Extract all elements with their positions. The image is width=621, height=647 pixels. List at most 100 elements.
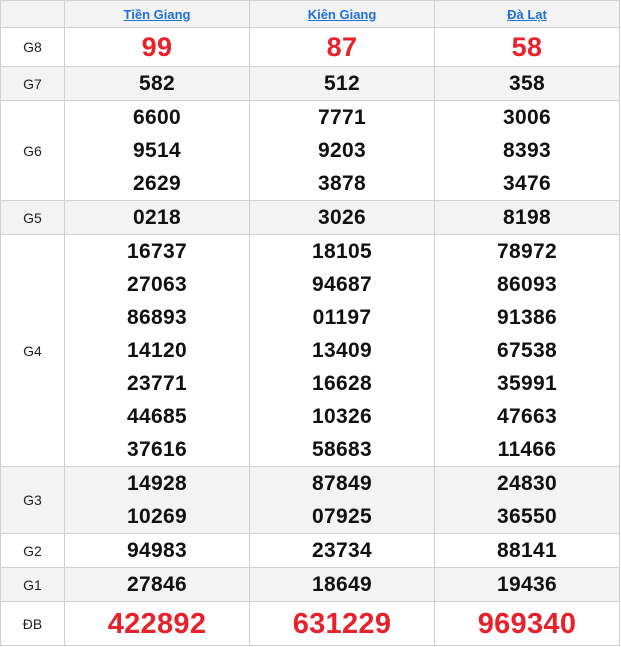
prize-cell: 27846 [64, 567, 250, 602]
prize-cell: 0218 [64, 200, 250, 235]
prize-number: 27063 [127, 273, 187, 296]
prize-number: 3476 [503, 172, 551, 195]
prize-label: G2 [0, 533, 65, 568]
prize-number: 36550 [497, 505, 557, 528]
prize-row-g4: G4 16737 27063 86893 14120 23771 44685 3… [0, 234, 620, 467]
prize-number: 9514 [133, 139, 181, 162]
prize-row-g7: G7 582 512 358 [0, 66, 620, 101]
prize-number: 86093 [497, 273, 557, 296]
prize-number: 44685 [127, 405, 187, 428]
prize-number: 91386 [497, 306, 557, 329]
prize-number: 01197 [312, 306, 372, 329]
prize-number: 27846 [127, 573, 187, 596]
prize-number: 19436 [497, 573, 557, 596]
prize-number: 10269 [127, 505, 187, 528]
prize-number: 582 [139, 72, 175, 95]
prize-label: G3 [0, 466, 65, 534]
prize-number: 9203 [318, 139, 366, 162]
prize-cell: 94983 [64, 533, 250, 568]
prize-number: 3006 [503, 106, 551, 129]
prize-row-g1: G1 27846 18649 19436 [0, 567, 620, 602]
results-table: Tiền Giang Kiên Giang Đà Lạt G8 99 87 58… [0, 0, 620, 646]
prize-number: 07925 [312, 505, 372, 528]
prize-cell: 18105 94687 01197 13409 16628 10326 5868… [249, 234, 435, 467]
special-prize-number: 631229 [292, 607, 392, 640]
prize-number: 16737 [127, 240, 187, 263]
prize-number: 358 [509, 72, 545, 95]
prize-cell: 8198 [434, 200, 620, 235]
prize-cell: 969340 [434, 601, 620, 646]
prize-cell: 87 [249, 27, 435, 67]
prize-number: 18649 [312, 573, 372, 596]
prize-number: 0218 [133, 206, 181, 229]
prize-number: 6600 [133, 106, 181, 129]
prize-label: G5 [0, 200, 65, 235]
prize-number: 8393 [503, 139, 551, 162]
prize-cell: 19436 [434, 567, 620, 602]
prize-row-g8: G8 99 87 58 [0, 27, 620, 67]
prize-number: 3026 [318, 206, 366, 229]
province-link-da-lat[interactable]: Đà Lạt [507, 7, 547, 22]
prize-label: G6 [0, 100, 65, 201]
prize-number: 88141 [497, 539, 557, 562]
prize-number: 2629 [133, 172, 181, 195]
prize-number: 512 [324, 72, 360, 95]
prize-label: G1 [0, 567, 65, 602]
prize-number: 58 [511, 31, 543, 62]
prize-row-special: ĐB 422892 631229 969340 [0, 601, 620, 646]
prize-cell: 24830 36550 [434, 466, 620, 534]
prize-cell: 582 [64, 66, 250, 101]
lottery-results-panel: Tiền Giang Kiên Giang Đà Lạt G8 99 87 58… [0, 0, 621, 647]
prize-number: 14928 [127, 472, 187, 495]
prize-number: 8198 [503, 206, 551, 229]
prize-cell: 88141 [434, 533, 620, 568]
prize-number: 37616 [127, 438, 187, 461]
prize-row-g2: G2 94983 23734 88141 [0, 533, 620, 568]
special-prize-number: 422892 [107, 607, 207, 640]
province-link-tien-giang[interactable]: Tiền Giang [124, 7, 191, 22]
prize-number: 94687 [312, 273, 372, 296]
prize-cell: 6600 9514 2629 [64, 100, 250, 201]
prize-number: 23771 [127, 372, 187, 395]
header-row: Tiền Giang Kiên Giang Đà Lạt [0, 0, 620, 28]
prize-number: 18105 [312, 240, 372, 263]
prize-number: 7771 [318, 106, 366, 129]
prize-number: 87849 [312, 472, 372, 495]
prize-cell: 58 [434, 27, 620, 67]
prize-cell: 23734 [249, 533, 435, 568]
prize-number: 99 [141, 31, 173, 62]
prize-number: 3878 [318, 172, 366, 195]
prize-cell: 87849 07925 [249, 466, 435, 534]
prize-number: 10326 [312, 405, 372, 428]
prize-cell: 3006 8393 3476 [434, 100, 620, 201]
prize-number: 47663 [497, 405, 557, 428]
prize-number: 87 [326, 31, 358, 62]
prize-number: 35991 [497, 372, 557, 395]
prize-row-g5: G5 0218 3026 8198 [0, 200, 620, 235]
prize-cell: 18649 [249, 567, 435, 602]
prize-cell: 14928 10269 [64, 466, 250, 534]
special-prize-number: 969340 [477, 607, 577, 640]
prize-number: 11466 [497, 438, 557, 461]
prize-cell: 512 [249, 66, 435, 101]
prize-number: 67538 [497, 339, 557, 362]
prize-number: 94983 [127, 539, 187, 562]
prize-row-g6: G6 6600 9514 2629 7771 9203 3878 3006 83… [0, 100, 620, 201]
prize-cell: 358 [434, 66, 620, 101]
prize-label: G7 [0, 66, 65, 101]
prize-cell: 7771 9203 3878 [249, 100, 435, 201]
prize-label: G8 [0, 27, 65, 67]
prize-cell: 78972 86093 91386 67538 35991 47663 1146… [434, 234, 620, 467]
prize-cell: 3026 [249, 200, 435, 235]
prize-number: 16628 [312, 372, 372, 395]
province-header: Tiền Giang [64, 0, 250, 28]
prize-cell: 422892 [64, 601, 250, 646]
province-link-kien-giang[interactable]: Kiên Giang [308, 7, 377, 22]
province-header: Đà Lạt [434, 0, 620, 28]
prize-number: 86893 [127, 306, 187, 329]
prize-number: 13409 [312, 339, 372, 362]
prize-number: 23734 [312, 539, 372, 562]
prize-number: 78972 [497, 240, 557, 263]
prize-cell: 16737 27063 86893 14120 23771 44685 3761… [64, 234, 250, 467]
province-header: Kiên Giang [249, 0, 435, 28]
